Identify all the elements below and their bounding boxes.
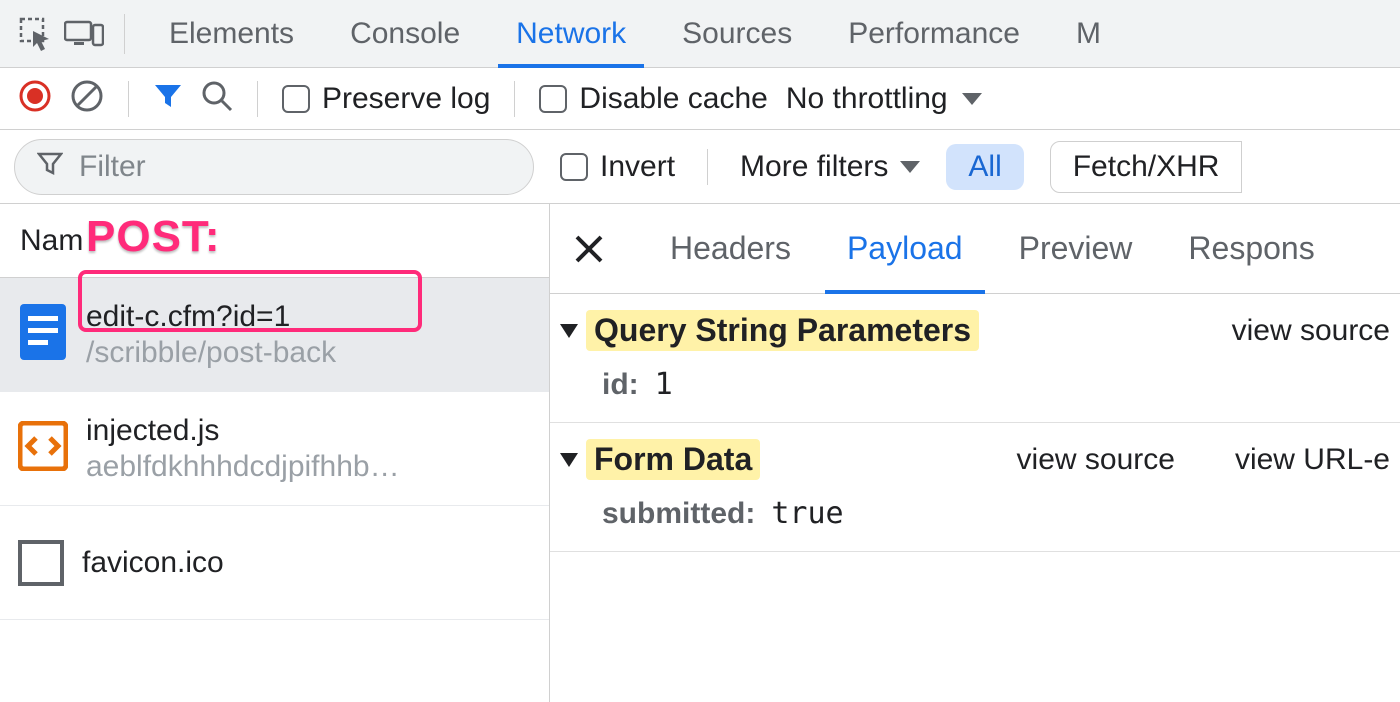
document-icon xyxy=(18,302,68,367)
chevron-down-icon xyxy=(900,161,920,173)
disable-cache-checkbox[interactable]: Disable cache xyxy=(539,82,767,116)
filter-placeholder: Filter xyxy=(79,150,146,184)
filter-pill-all[interactable]: All xyxy=(946,144,1023,190)
request-row[interactable]: edit-c.cfm?id=1/scribble/post-back xyxy=(0,278,549,392)
search-icon[interactable] xyxy=(201,80,233,117)
top-tabs-container: ElementsConsoleNetworkSourcesPerformance… xyxy=(141,0,1129,68)
clear-button[interactable] xyxy=(70,79,104,118)
column-name-header: Nam xyxy=(20,224,83,258)
disable-cache-label: Disable cache xyxy=(579,82,767,116)
request-list-header: Nam xyxy=(0,204,549,278)
section-link[interactable]: view URL-e xyxy=(1235,443,1390,477)
request-detail-panel: HeadersPayloadPreviewRespons Query Strin… xyxy=(550,204,1400,702)
request-name: injected.js xyxy=(86,414,400,448)
payload-section: Query String Parameters view source id: 1 xyxy=(550,294,1400,423)
section-link[interactable]: view source xyxy=(1017,443,1175,477)
invert-label: Invert xyxy=(600,150,675,184)
request-row[interactable]: injected.jsaeblfdkhhhdcdjpifhhb… xyxy=(0,392,549,506)
detail-tab-payload[interactable]: Payload xyxy=(819,204,991,294)
section-header[interactable]: Form Data view source view URL-e xyxy=(560,439,1390,480)
request-row[interactable]: favicon.ico xyxy=(0,506,549,620)
preserve-log-checkbox[interactable]: Preserve log xyxy=(282,82,490,116)
divider xyxy=(128,81,129,117)
filter-fetch-xhr[interactable]: Fetch/XHR xyxy=(1050,141,1243,193)
checkbox-box-icon xyxy=(560,153,588,181)
network-body: Nam POST: edit-c.cfm?id=1/scribble/post-… xyxy=(0,204,1400,702)
kv-key: submitted: xyxy=(602,497,755,531)
divider xyxy=(514,81,515,117)
more-filters-select[interactable]: More filters xyxy=(740,150,920,184)
divider xyxy=(707,149,708,185)
section-header[interactable]: Query String Parameters view source xyxy=(560,310,1390,351)
script-icon xyxy=(18,421,68,476)
detail-tabs: HeadersPayloadPreviewRespons xyxy=(550,204,1400,294)
kv-row: submitted: true xyxy=(560,480,1390,531)
more-filters-label: More filters xyxy=(740,150,888,184)
tab-network[interactable]: Network xyxy=(488,0,654,68)
chevron-down-icon xyxy=(962,93,982,105)
detail-tab-respons[interactable]: Respons xyxy=(1160,204,1342,294)
divider xyxy=(257,81,258,117)
payload-sections: Query String Parameters view source id: 1 Fo… xyxy=(550,294,1400,552)
invert-checkbox[interactable]: Invert xyxy=(560,150,675,184)
section-title: Query String Parameters xyxy=(586,310,979,351)
device-toggle-icon[interactable] xyxy=(60,10,108,58)
detail-tab-headers[interactable]: Headers xyxy=(642,204,819,294)
request-subpath: /scribble/post-back xyxy=(86,336,336,370)
payload-section: Form Dataview sourceview URL-esubmitted:… xyxy=(550,423,1400,552)
kv-value: 1 xyxy=(655,367,673,402)
close-detail-button[interactable] xyxy=(562,222,616,276)
record-button[interactable] xyxy=(18,79,52,118)
request-name: edit-c.cfm?id=1 xyxy=(86,300,336,334)
tab-sources[interactable]: Sources xyxy=(654,0,820,68)
filter-input[interactable]: Filter xyxy=(14,139,534,195)
network-toolbar: Preserve log Disable cache No throttling xyxy=(0,68,1400,130)
checkbox-box-icon xyxy=(539,85,567,113)
throttling-select[interactable]: No throttling xyxy=(786,82,982,116)
section-title: Form Data xyxy=(586,439,760,480)
file-icon xyxy=(18,540,64,586)
kv-key: id: xyxy=(602,368,639,402)
request-list-panel: Nam POST: edit-c.cfm?id=1/scribble/post-… xyxy=(0,204,550,702)
disclosure-triangle-icon xyxy=(560,453,578,467)
section-link[interactable]: view source xyxy=(1232,314,1390,348)
detail-tab-preview[interactable]: Preview xyxy=(991,204,1161,294)
tab-performance[interactable]: Performance xyxy=(820,0,1048,68)
tab-m[interactable]: M xyxy=(1048,0,1129,68)
request-name: favicon.ico xyxy=(82,546,224,580)
divider xyxy=(124,14,125,54)
inspect-element-icon[interactable] xyxy=(12,10,60,58)
funnel-icon xyxy=(37,151,63,182)
kv-row: id: 1 xyxy=(560,351,1390,402)
devtools-top-tabs: ElementsConsoleNetworkSourcesPerformance… xyxy=(0,0,1400,68)
request-subpath: aeblfdkhhhdcdjpifhhb… xyxy=(86,450,400,484)
tab-console[interactable]: Console xyxy=(322,0,488,68)
network-filterbar: Filter Invert More filters All Fetch/XHR xyxy=(0,130,1400,204)
tab-elements[interactable]: Elements xyxy=(141,0,322,68)
throttling-label: No throttling xyxy=(786,82,948,116)
kv-value: true xyxy=(771,496,843,531)
checkbox-box-icon xyxy=(282,85,310,113)
request-rows-container: edit-c.cfm?id=1/scribble/post-backinject… xyxy=(0,278,549,620)
disclosure-triangle-icon xyxy=(560,324,578,338)
filter-toggle-icon[interactable] xyxy=(153,81,183,116)
preserve-log-label: Preserve log xyxy=(322,82,490,116)
